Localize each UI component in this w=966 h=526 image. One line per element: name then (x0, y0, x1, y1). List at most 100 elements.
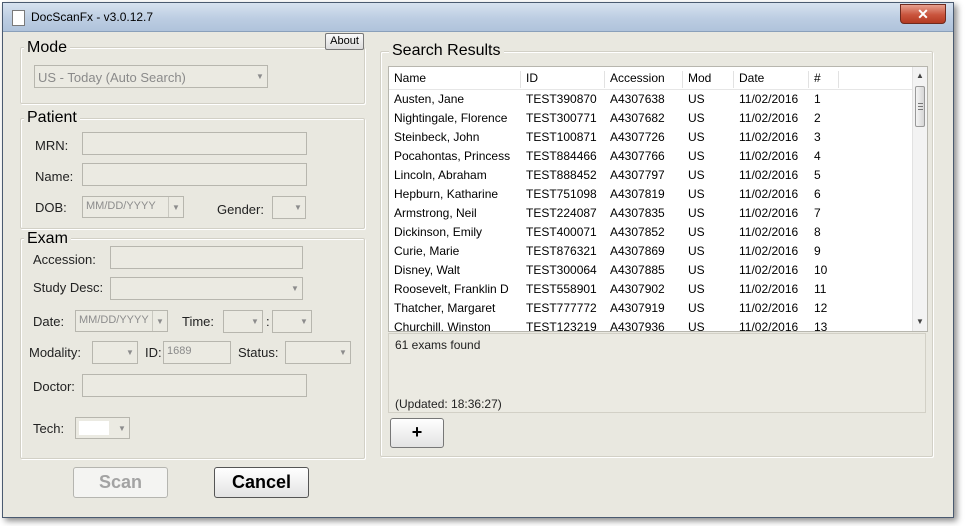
results-status-box: 61 exams found (Updated: 18:36:27) (388, 333, 926, 413)
tech-dropdown[interactable]: ▼ (75, 417, 130, 439)
table-body: Austen, Jane TEST390870 A4307638 US 11/02/20… (389, 90, 913, 332)
table-row[interactable]: Nightingale, Florence TEST300771 A4307682 U… (389, 109, 913, 128)
cell-id: TEST876321 (526, 244, 597, 258)
cell-date: 11/02/2016 (739, 263, 799, 277)
mode-dropdown-value: US - Today (Auto Search) (38, 70, 186, 85)
cell-name: Armstrong, Neil (394, 206, 477, 220)
cell-name: Dickinson, Emily (394, 225, 483, 239)
scroll-down-arrow-icon[interactable]: ▼ (913, 315, 927, 329)
table-row[interactable]: Roosevelt, Franklin D TEST558901 A4307902 U… (389, 280, 913, 299)
accession-input[interactable] (110, 246, 303, 269)
id-input[interactable]: 1689 (163, 341, 231, 364)
cell-id: TEST558901 (526, 282, 597, 296)
gender-label: Gender: (217, 202, 264, 217)
status-dropdown[interactable]: ▼ (285, 341, 351, 364)
add-exam-button[interactable]: + (390, 418, 444, 448)
column-header-id[interactable]: ID (521, 71, 605, 88)
tech-label: Tech: (33, 421, 65, 436)
table-row[interactable]: Armstrong, Neil TEST224087 A4307835 US 11/02… (389, 204, 913, 223)
table-row[interactable]: Hepburn, Katharine TEST751098 A4307819 US 11… (389, 185, 913, 204)
vertical-scrollbar[interactable]: ▲ ▼ (912, 67, 927, 331)
cell-id: TEST224087 (526, 206, 597, 220)
cell-number: 13 (814, 320, 828, 332)
mode-dropdown[interactable]: US - Today (Auto Search) ▼ (34, 65, 268, 88)
patient-legend: Patient (24, 109, 80, 127)
cell-number: 12 (814, 301, 828, 315)
cell-id: TEST123219 (526, 320, 597, 332)
study-desc-dropdown[interactable]: ▼ (110, 277, 303, 300)
chevron-down-icon: ▼ (118, 423, 126, 433)
title-bar[interactable]: DocScanFx - v3.0.12.7 ✕ (3, 3, 953, 32)
id-value: 1689 (167, 345, 192, 357)
table-row[interactable]: Dickinson, Emily TEST400071 A4307852 US 11/0… (389, 223, 913, 242)
time-minute-dropdown[interactable]: ▼ (272, 310, 312, 333)
cell-accession: A4307852 (610, 225, 665, 239)
study-desc-label: Study Desc: (33, 280, 104, 295)
cell-mod: US (688, 149, 705, 163)
column-header-mod[interactable]: Mod (683, 71, 734, 88)
cell-id: TEST100871 (526, 130, 597, 144)
about-button[interactable]: About (325, 33, 364, 50)
cell-date: 11/02/2016 (739, 168, 799, 182)
cell-mod: US (688, 244, 705, 258)
doctor-input[interactable] (82, 374, 307, 397)
modality-dropdown[interactable]: ▼ (92, 341, 138, 364)
cell-name: Pocahontas, Princess (394, 149, 511, 163)
table-row[interactable]: Pocahontas, Princess TEST884466 A4307766 US… (389, 147, 913, 166)
cell-accession: A4307766 (610, 149, 665, 163)
cell-id: TEST400071 (526, 225, 597, 239)
column-header-name[interactable]: Name (389, 71, 521, 88)
table-row[interactable]: Curie, Marie TEST876321 A4307869 US 11/02/20… (389, 242, 913, 261)
cancel-button[interactable]: Cancel (214, 467, 309, 498)
cell-mod: US (688, 168, 705, 182)
cell-accession: A4307919 (610, 301, 665, 315)
column-header-accession[interactable]: Accession (605, 71, 683, 88)
results-table[interactable]: Name ID Accession Mod Date # Austen, Jan… (388, 66, 928, 332)
chevron-down-icon: ▼ (300, 317, 308, 326)
column-header-date[interactable]: Date (734, 71, 809, 88)
mrn-label: MRN: (35, 138, 69, 153)
name-label: Name: (35, 169, 74, 184)
cell-number: 9 (814, 244, 821, 258)
cell-name: Steinbeck, John (394, 130, 480, 144)
date-label: Date: (33, 314, 65, 329)
dob-picker[interactable]: MM/DD/YYYY ▼ (82, 196, 184, 218)
gender-dropdown[interactable]: ▼ (272, 196, 306, 219)
table-row[interactable]: Austen, Jane TEST390870 A4307638 US 11/02/20… (389, 90, 913, 109)
close-button[interactable]: ✕ (900, 4, 946, 24)
scroll-up-arrow-icon[interactable]: ▲ (913, 69, 927, 83)
cell-date: 11/02/2016 (739, 187, 799, 201)
scan-button[interactable]: Scan (73, 467, 168, 498)
cell-accession: A4307869 (610, 244, 665, 258)
cell-mod: US (688, 263, 705, 277)
dob-placeholder: MM/DD/YYYY (86, 200, 156, 212)
cell-mod: US (688, 301, 705, 315)
chevron-down-icon: ▼ (339, 348, 347, 357)
mrn-input[interactable] (82, 132, 307, 155)
chevron-down-icon: ▼ (168, 197, 183, 217)
exams-found-text: 61 exams found (395, 338, 481, 352)
cell-accession: A4307835 (610, 206, 665, 220)
cell-mod: US (688, 225, 705, 239)
table-row[interactable]: Steinbeck, John TEST100871 A4307726 US 11/02… (389, 128, 913, 147)
table-row[interactable]: Churchill, Winston TEST123219 A4307936 US 11… (389, 318, 913, 332)
cell-date: 11/02/2016 (739, 111, 799, 125)
chevron-down-icon: ▼ (256, 72, 264, 81)
cell-date: 11/02/2016 (739, 282, 799, 296)
date-picker[interactable]: MM/DD/YYYY ▼ (75, 310, 168, 332)
cell-name: Thatcher, Margaret (394, 301, 496, 315)
cell-number: 3 (814, 130, 821, 144)
scrollbar-thumb[interactable] (915, 86, 925, 127)
column-header-number[interactable]: # (809, 71, 839, 88)
cell-mod: US (688, 92, 705, 106)
table-row[interactable]: Disney, Walt TEST300064 A4307885 US 11/02/20… (389, 261, 913, 280)
time-hour-dropdown[interactable]: ▼ (223, 310, 263, 333)
name-input[interactable] (82, 163, 307, 186)
table-row[interactable]: Lincoln, Abraham TEST888452 A4307797 US 11/0… (389, 166, 913, 185)
cell-name: Hepburn, Katharine (394, 187, 499, 201)
grip-line (918, 103, 923, 104)
table-row[interactable]: Thatcher, Margaret TEST777772 A4307919 US 11… (389, 299, 913, 318)
cell-number: 2 (814, 111, 821, 125)
cell-number: 5 (814, 168, 821, 182)
cell-number: 11 (814, 282, 827, 296)
